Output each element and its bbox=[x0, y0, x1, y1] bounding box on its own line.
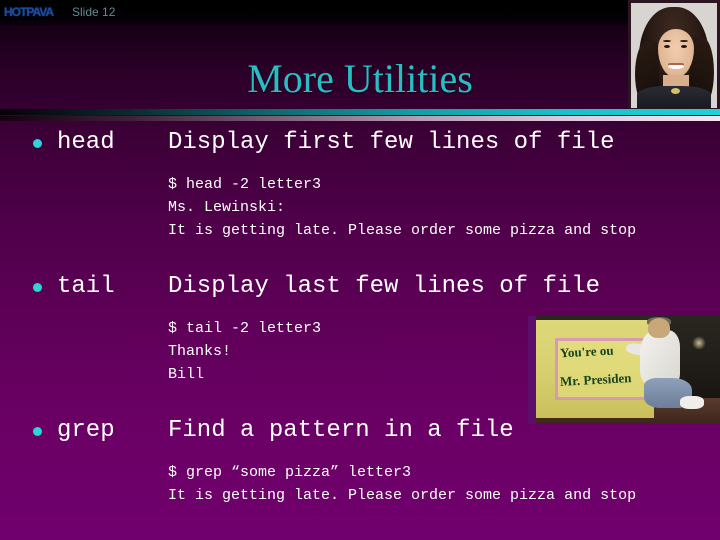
command-name: tail bbox=[57, 273, 115, 300]
portrait-brow-right bbox=[680, 40, 688, 42]
page-title: More Utilities bbox=[247, 56, 473, 101]
bullet-icon bbox=[33, 427, 42, 436]
list-item: grep Find a pattern in a file $ grep “so… bbox=[0, 414, 720, 507]
portrait-eye-right bbox=[681, 45, 687, 48]
banner-sign-line1: You're ou bbox=[559, 342, 614, 361]
command-example: $ grep “some pizza” letter3 It is gettin… bbox=[168, 464, 637, 504]
banner-photo-light bbox=[692, 336, 706, 350]
command-name: grep bbox=[57, 417, 115, 444]
bullet-icon bbox=[33, 139, 42, 148]
slide-number-label: Slide 12 bbox=[72, 5, 116, 19]
banner-photo-left-edge bbox=[528, 316, 536, 424]
banner-person-shoe bbox=[680, 396, 704, 409]
banner-person-head bbox=[648, 318, 670, 338]
list-item: head Display first few lines of file $ h… bbox=[0, 126, 720, 242]
divider-rule-teal bbox=[0, 109, 720, 115]
banner-sign: You're ou Mr. Presiden bbox=[536, 320, 654, 418]
bullet-row: head Display first few lines of file bbox=[0, 126, 720, 160]
command-description: Display last few lines of file bbox=[168, 273, 601, 300]
command-example: $ head -2 letter3 Ms. Lewinski: It is ge… bbox=[168, 176, 637, 239]
brand-logo: HOTPAVA bbox=[4, 5, 54, 19]
banner-photo-protester: You're ou Mr. Presiden bbox=[528, 316, 720, 424]
command-description: Find a pattern in a file bbox=[168, 417, 514, 444]
divider-rule-pink bbox=[0, 116, 720, 121]
portrait-eye-left bbox=[664, 45, 670, 48]
command-description: Display first few lines of file bbox=[168, 129, 615, 156]
slide: HOTPAVA Slide 12 More Utilities head Dis… bbox=[0, 0, 720, 540]
command-name: head bbox=[57, 129, 115, 156]
bullet-row: tail Display last few lines of file bbox=[0, 270, 720, 304]
bullet-icon bbox=[33, 283, 42, 292]
portrait-brow-left bbox=[663, 40, 671, 42]
